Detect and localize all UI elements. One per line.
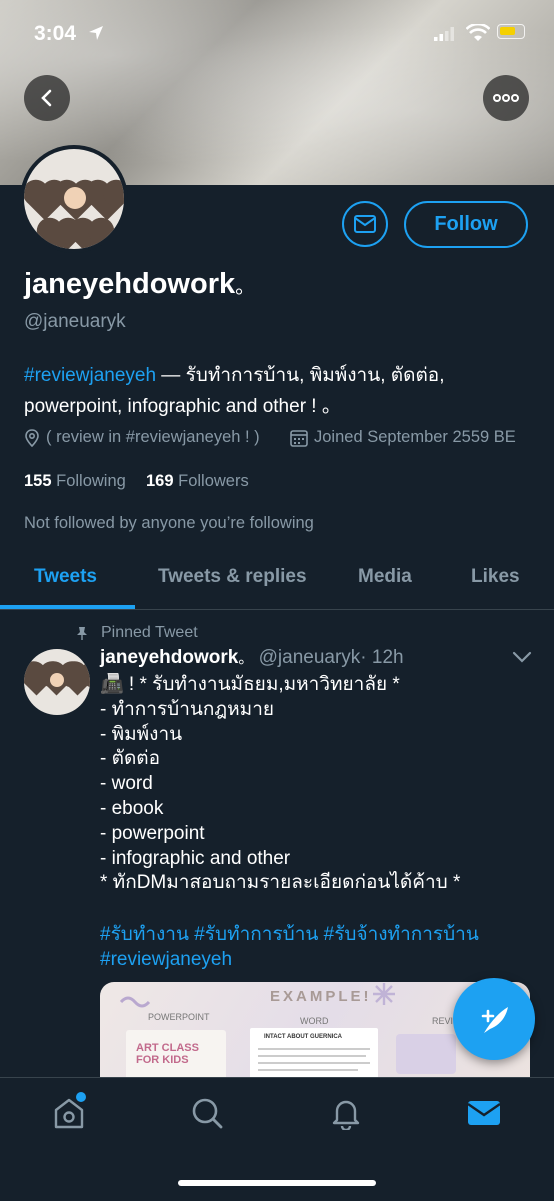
following-count[interactable]: 155 Following — [24, 472, 126, 491]
location-pin-icon — [25, 428, 39, 447]
location-text: ( review in #reviewjaneyeh ! ) — [46, 428, 260, 446]
message-button[interactable] — [342, 201, 388, 247]
bio-line1-text: — รับทำการบ้าน, พิมพ์งาน, ตัดต่อ, — [156, 365, 445, 386]
active-tab-indicator — [0, 605, 135, 609]
tweet-line: 📠 ! * รับทำงานมัธยม,มหาวิทยาลัย * — [100, 674, 400, 695]
hashtag-line[interactable]: #reviewjaneyeh — [100, 947, 540, 972]
following-number: 155 — [24, 472, 52, 490]
profile-avatar — [24, 149, 124, 249]
compose-tweet-button[interactable] — [453, 978, 535, 1060]
pin-icon — [77, 627, 87, 640]
media-review-thumb — [396, 1034, 456, 1074]
display-name-suffix: 。 — [235, 276, 256, 298]
tweet-line: - ebook — [100, 797, 164, 819]
nav-search[interactable] — [190, 1096, 226, 1132]
search-icon — [192, 1098, 223, 1129]
media-title: EXAMPLE! — [270, 988, 372, 1005]
tweet-line: - พิมพ์งาน — [100, 723, 183, 745]
tweet-line: - powerpoint — [100, 822, 205, 844]
tab-tweets-replies[interactable]: Tweets & replies — [158, 566, 307, 588]
squiggle-decoration — [120, 996, 150, 1008]
hashtag-line[interactable]: #รับทำงาน #รับทำการบ้าน #รับจ้างทำการบ้า… — [100, 922, 540, 947]
bell-icon — [332, 1100, 360, 1132]
profile-handle: @janeuaryk — [24, 311, 126, 332]
tweet-author-avatar[interactable] — [24, 649, 90, 715]
new-content-dot — [76, 1092, 86, 1102]
tweet-author-name[interactable]: janeyehdowork — [100, 647, 238, 668]
joined-text: Joined September 2559 BE — [314, 428, 516, 446]
tweet-line: - ทำการบ้านกฎหมาย — [100, 698, 275, 720]
tweet-line: * ทักDMมาสอบถามรายละเอียดก่อนได้ค้าบ * — [100, 872, 461, 894]
tweet-author-handle: @janeuaryk — [258, 647, 361, 668]
profile-location: ( review in #reviewjaneyeh ! ) — [24, 428, 260, 447]
envelope-icon — [354, 215, 376, 233]
status-time: 3:04 — [34, 22, 77, 45]
back-button[interactable] — [24, 75, 70, 121]
pinned-label: Pinned Tweet — [101, 624, 198, 641]
envelope-icon — [467, 1101, 501, 1125]
tweet-header: janeyehdowork。 @janeuaryk· 12h — [100, 647, 404, 669]
media-label-review: REVI — [432, 1016, 454, 1026]
tab-tweets[interactable]: Tweets — [34, 566, 97, 588]
profile-tabs: Tweets Tweets & replies Media Likes — [0, 553, 554, 610]
tweet-line: - word — [100, 773, 153, 795]
nav-messages[interactable] — [467, 1098, 503, 1132]
following-label: Following — [56, 472, 126, 490]
location-arrow-icon — [89, 26, 103, 40]
profile-joined: Joined September 2559 BE — [290, 428, 516, 447]
profile-avatar-frame[interactable] — [20, 145, 128, 253]
home-indicator — [178, 1180, 376, 1186]
signal-icon — [434, 27, 454, 41]
media-label-powerpoint: POWERPOINT — [148, 1012, 210, 1022]
battery-icon — [497, 24, 525, 39]
nav-home[interactable] — [52, 1092, 88, 1132]
tweet-line: - ตัดต่อ — [100, 748, 161, 770]
chevron-down-icon[interactable] — [512, 651, 532, 663]
follow-button[interactable]: Follow — [404, 201, 528, 248]
media-doc-title: INTACT ABOUT GUERNICA — [264, 1034, 342, 1040]
compose-feather-icon — [481, 1007, 508, 1033]
followers-label: Followers — [178, 472, 249, 490]
more-options-button[interactable] — [483, 75, 529, 121]
tweet-line: - infographic and other — [100, 847, 291, 869]
more-dots-icon — [493, 94, 519, 102]
tweet-body: 📠 ! * รับทำงานมัธยม,มหาวิทยาลัย * - ทำกา… — [100, 673, 540, 896]
not-followed-note: Not followed by anyone you’re following — [24, 514, 314, 532]
chevron-left-icon — [41, 89, 52, 107]
profile-display-name: janeyehdowork。 — [24, 268, 255, 301]
media-art-class: ART CLASS FOR KIDS — [136, 1042, 199, 1066]
display-name-text: janeyehdowork — [24, 268, 236, 300]
bio-hashtag-link[interactable]: #reviewjaneyeh — [24, 365, 156, 386]
followers-count[interactable]: 169 Followers — [146, 472, 249, 491]
star-decoration — [373, 983, 395, 1005]
nav-notifications[interactable] — [329, 1096, 365, 1132]
bio-line2-text: powerpoint, infographic and other ! 。 — [24, 396, 341, 417]
wifi-icon — [466, 24, 490, 41]
calendar-icon — [290, 429, 308, 447]
tweet-hashtags[interactable]: #รับทำงาน #รับทำการบ้าน #รับจ้างทำการบ้า… — [100, 922, 540, 972]
tweet-author-suffix: 。 — [238, 650, 254, 667]
tab-likes[interactable]: Likes — [471, 566, 520, 588]
media-label-word: WORD — [300, 1016, 329, 1026]
followers-number: 169 — [146, 472, 174, 490]
tab-media[interactable]: Media — [358, 566, 412, 588]
profile-bio: #reviewjaneyeh — รับทำการบ้าน, พิมพ์งาน,… — [24, 360, 524, 422]
tweet-time: · 12h — [360, 647, 404, 668]
